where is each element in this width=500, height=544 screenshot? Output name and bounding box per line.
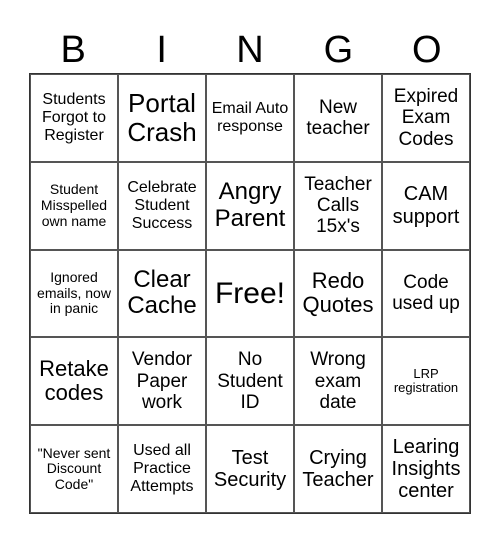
bingo-cell[interactable]: LRP registration [382,337,470,426]
header-letter-g: G [323,29,354,71]
bingo-header: B I N G O [29,28,471,73]
bingo-cell[interactable]: "Never sent Discount Code" [30,425,118,513]
bingo-cell[interactable]: Test Security [206,425,294,513]
free-space[interactable]: Free! [206,249,294,338]
bingo-cell[interactable]: Portal Crash [118,74,206,162]
bingo-cell[interactable]: Crying Teacher [294,425,382,513]
bingo-cell[interactable]: Learing Insights center [382,425,470,513]
bingo-cell[interactable]: Teacher Calls 15x's [294,161,382,250]
header-letter-i: I [156,29,167,71]
bingo-cell[interactable]: Retake codes [30,337,118,426]
bingo-cell[interactable]: Celebrate Student Success [118,161,206,250]
bingo-cell[interactable]: Expired Exam Codes [382,74,470,162]
bingo-cell[interactable]: Ignored emails, now in panic [30,249,118,338]
bingo-cell[interactable]: Clear Cache [118,249,206,338]
bingo-cell[interactable]: Code used up [382,249,470,338]
bingo-cell[interactable]: Student Misspelled own name [30,161,118,250]
bingo-cell[interactable]: Redo Quotes [294,249,382,338]
bingo-cell[interactable]: Students Forgot to Register [30,74,118,162]
bingo-cell[interactable]: Angry Parent [206,161,294,250]
header-letter-o: O [412,29,442,71]
header-letter-b: B [60,29,86,71]
bingo-cell[interactable]: Vendor Paper work [118,337,206,426]
bingo-cell[interactable]: Wrong exam date [294,337,382,426]
bingo-cell[interactable]: CAM support [382,161,470,250]
bingo-cell[interactable]: Used all Practice Attempts [118,425,206,513]
header-letter-n: N [236,29,264,71]
bingo-cell[interactable]: No Student ID [206,337,294,426]
bingo-cell[interactable]: New teacher [294,74,382,162]
bingo-cell[interactable]: Email Auto response [206,74,294,162]
bingo-card: Students Forgot to Register Portal Crash… [29,73,471,514]
